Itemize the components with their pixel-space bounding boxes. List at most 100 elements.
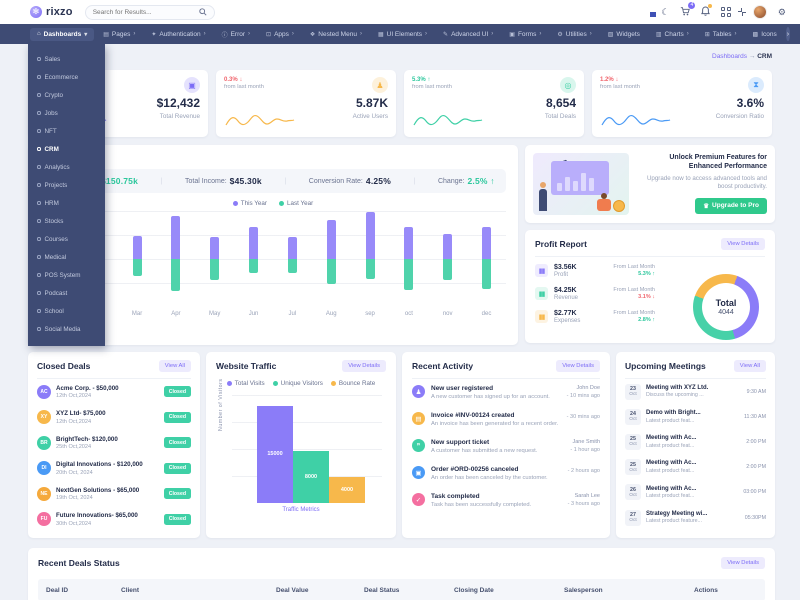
meeting-month: Oct (629, 493, 636, 498)
nav-item-advanced-ui[interactable]: ✎Advanced UI› (436, 28, 500, 41)
dropdown-item-crm[interactable]: CRM (37, 140, 105, 158)
notifications-bell-icon[interactable] (701, 6, 710, 18)
sparkline-chart (600, 109, 672, 129)
breadcrumb-arrow: → (749, 53, 756, 60)
search-box[interactable] (85, 5, 215, 20)
nav-item-pages[interactable]: ▤Pages› (96, 28, 142, 41)
dropdown-item-podcast[interactable]: Podcast (37, 284, 105, 302)
meeting-row[interactable]: 23OctMeeting with XYZ Ltd.Discuss the up… (625, 379, 766, 404)
nav-item-tables[interactable]: ⊞Tables› (698, 28, 744, 41)
activity-row[interactable]: ❞New support ticketA customer has submit… (412, 433, 600, 460)
cart-badge: 4 (688, 2, 695, 9)
dropdown-item-school[interactable]: School (37, 302, 105, 320)
meeting-row[interactable]: 25OctMeeting with Ac...Latest product fe… (625, 455, 766, 480)
legend-label: Total Visits (235, 380, 265, 387)
dropdown-item-ecommerce[interactable]: Ecommerce (37, 68, 105, 86)
dropdown-item-stocks[interactable]: Stocks (37, 212, 105, 230)
profit-view-details-button[interactable]: View Details (721, 238, 765, 250)
widgets-icon: ▧ (608, 31, 614, 38)
nav-item-charts[interactable]: ▥Charts› (649, 28, 696, 41)
settings-gear-icon[interactable]: ⚙ (778, 8, 786, 17)
closed-deal-row[interactable]: NENextGen Solutions - $65,00019th Oct, 2… (37, 481, 191, 507)
closed-deal-row[interactable]: BRBrightTech- $120,00025th Oct,2024Close… (37, 430, 191, 456)
dropdown-item-jobs[interactable]: Jobs (37, 104, 105, 122)
dropdown-item-label: School (45, 308, 64, 315)
user-avatar[interactable] (753, 5, 767, 19)
last-year-bar (249, 259, 258, 273)
dropdown-item-sales[interactable]: Sales (37, 50, 105, 68)
last-year-bar (171, 259, 180, 291)
nav-item-ui-elements[interactable]: ▦UI Elements› (371, 28, 434, 41)
closed-deal-row[interactable]: FUFuture Innovations- $65,00030th Oct,20… (37, 507, 191, 533)
error-icon: ⓘ (222, 30, 228, 39)
closed-deal-row[interactable]: XYXYZ Ltd- $75,00012th Oct,2024Closed (37, 405, 191, 431)
activity-row[interactable]: ♟New user registeredA new customer has s… (412, 379, 600, 406)
nav-item-arrow: › (590, 31, 592, 37)
closed-deal-row[interactable]: DIDigital Innovations - $120,00020th Oct… (37, 456, 191, 482)
dropdown-item-pos-system[interactable]: POS System (37, 266, 105, 284)
profit-row-percent: 3.1% ↓ (613, 294, 655, 300)
meeting-time: 9:30 AM (747, 389, 766, 395)
closed-deals-view-all-button[interactable]: View All (159, 360, 191, 372)
month-label: Jun (234, 311, 273, 317)
nav-item-utilities[interactable]: ⚙Utilities› (550, 28, 598, 41)
deal-date: 30th Oct,2024 (56, 521, 138, 527)
nav-item-forms[interactable]: ▣Forms› (502, 28, 548, 41)
meeting-subtitle: Latest product feat... (646, 443, 696, 449)
meeting-row[interactable]: 24OctDemo with Bright...Latest product f… (625, 404, 766, 429)
month-label: sep (351, 311, 390, 317)
dropdown-item-courses[interactable]: Courses (37, 230, 105, 248)
nested-menu-icon: ❖ (310, 31, 315, 38)
nav-item-error[interactable]: ⓘError› (215, 27, 257, 42)
nav-item-dashboards[interactable]: ⌂Dashboards▾ (30, 28, 94, 41)
dropdown-item-analytics[interactable]: Analytics (37, 158, 105, 176)
dropdown-item-projects[interactable]: Projects (37, 176, 105, 194)
traffic-legend-total-visits[interactable]: Total Visits (227, 380, 265, 387)
legend-item-this-year[interactable]: This Year (233, 200, 267, 207)
activity-row[interactable]: ▤Invoice #INV-00124 createdAn invoice ha… (412, 406, 600, 433)
mini-chart-icon: ▮▮ (535, 310, 548, 323)
last-year-bar (366, 259, 375, 279)
dropdown-item-medical[interactable]: Medical (37, 248, 105, 266)
nav-item-authentication[interactable]: ✦Authentication› (144, 28, 212, 41)
meeting-row[interactable]: 27OctStrategy Meeting wi...Latest produc… (625, 505, 766, 530)
traffic-legend-bounce-rate[interactable]: Bounce Rate (331, 380, 375, 387)
dark-mode-icon[interactable]: ☾ (661, 8, 669, 17)
breadcrumb-parent[interactable]: Dashboards (712, 53, 747, 60)
traffic-view-details-button[interactable]: View Details (342, 360, 386, 372)
profit-donut-chart: Total 4044 (693, 274, 759, 340)
deal-date: 19th Oct, 2024 (56, 495, 139, 501)
stat-value: 5.87K (356, 96, 388, 110)
nav-scroll-next-button[interactable]: › (786, 27, 790, 41)
nav-item-icons[interactable]: ▩Icons (746, 28, 784, 41)
dropdown-item-hrm[interactable]: HRM (37, 194, 105, 212)
sparkline-chart (412, 109, 484, 129)
upgrade-to-pro-button[interactable]: ♛ Upgrade to Pro (695, 198, 767, 214)
nav-item-arrow: › (204, 31, 206, 37)
nav-item-apps[interactable]: ⊡Apps› (259, 28, 301, 41)
apps-grid-icon[interactable] (721, 7, 731, 17)
search-input[interactable] (93, 9, 193, 16)
closed-deal-row[interactable]: ACAcme Corp. - $50,00012th Oct,2024Close… (37, 379, 191, 405)
nav-item-label: Icons (761, 31, 777, 38)
cart-icon[interactable]: 4 (680, 6, 690, 18)
dropdown-item-nft[interactable]: NFT (37, 122, 105, 140)
chat-icon: ❞ (412, 439, 425, 452)
activity-view-details-button[interactable]: View Details (556, 360, 600, 372)
nav-item-nested-menu[interactable]: ❖Nested Menu› (303, 28, 369, 41)
meeting-row[interactable]: 26OctMeeting with Ac...Latest product fe… (625, 480, 766, 505)
stat-value: 3.6% (737, 96, 764, 110)
activity-row[interactable]: ▣Order #ORD-00256 canceledAn order has b… (412, 460, 600, 487)
deals-view-details-button[interactable]: View Details (721, 557, 765, 569)
meetings-view-all-button[interactable]: View All (734, 360, 766, 372)
legend-item-last-year[interactable]: Last Year (279, 200, 313, 207)
traffic-legend-unique-visitors[interactable]: Unique Visitors (273, 380, 323, 387)
dropdown-item-crypto[interactable]: Crypto (37, 86, 105, 104)
nav-item-widgets[interactable]: ▧Widgets (601, 28, 647, 41)
meeting-title: Meeting with Ac... (646, 435, 696, 441)
traffic-y-axis-label: Number of Visitors (218, 379, 224, 431)
dropdown-item-social-media[interactable]: Social Media (37, 320, 105, 338)
activity-row[interactable]: ✓Task completedTask has been successfull… (412, 487, 600, 514)
meeting-row[interactable]: 25OctMeeting with Ac...Latest product fe… (625, 429, 766, 454)
logo[interactable]: ✻ rixzo (30, 6, 73, 18)
